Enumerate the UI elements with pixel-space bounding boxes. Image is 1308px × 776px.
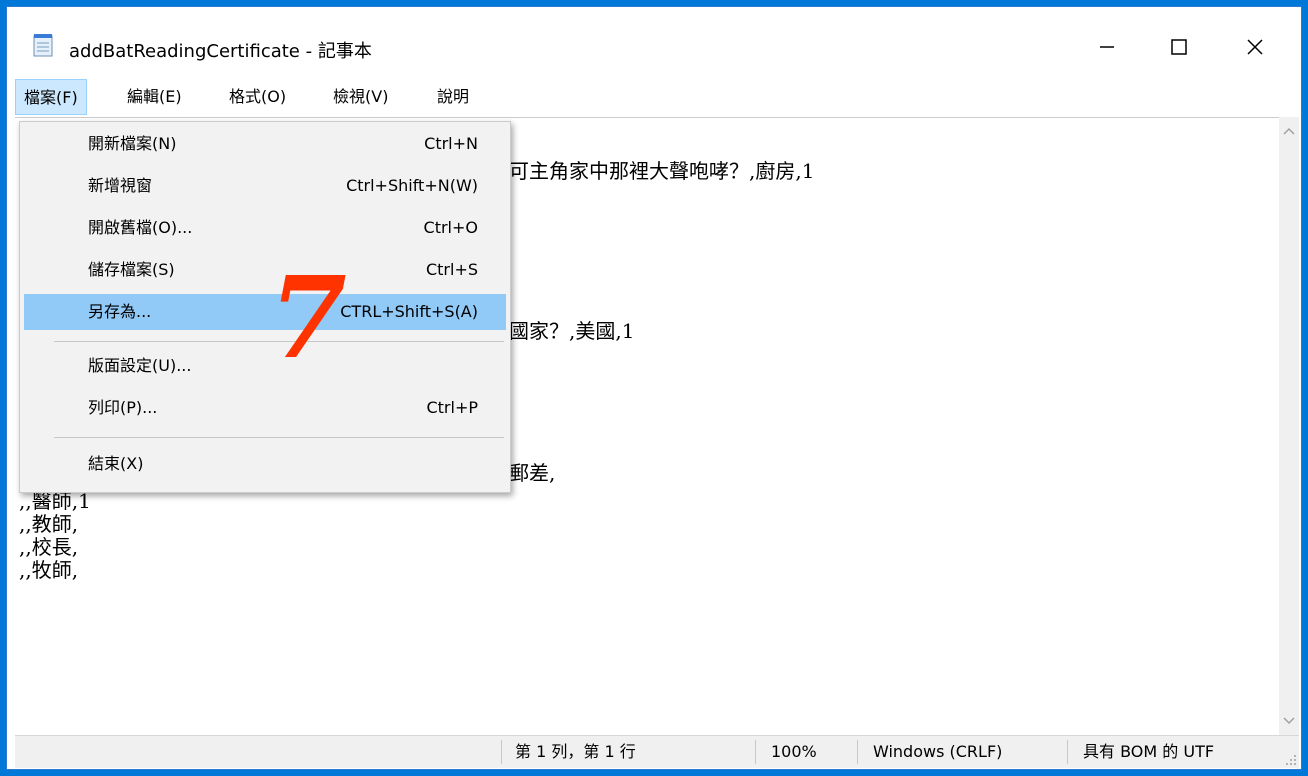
menu-item-label: 版面設定(U)... bbox=[88, 356, 192, 375]
status-encoding: 具有 BOM 的 UTF bbox=[1083, 742, 1215, 761]
status-zoom: 100% bbox=[771, 742, 817, 761]
menu-separator bbox=[54, 437, 504, 438]
menu-item-label: 儲存檔案(S) bbox=[88, 260, 175, 279]
menu-item-exit[interactable]: 結束(X) bbox=[24, 446, 506, 482]
scroll-up-button[interactable] bbox=[1279, 121, 1299, 141]
menu-item-page-setup[interactable]: 版面設定(U)... bbox=[24, 348, 506, 384]
vertical-scrollbar[interactable] bbox=[1279, 117, 1299, 735]
menu-item-shortcut: CTRL+Shift+S(A) bbox=[340, 302, 478, 321]
window-title: addBatReadingCertificate - 記事本 bbox=[69, 41, 372, 62]
text-line: ,,教師, bbox=[19, 512, 79, 536]
status-divider bbox=[1067, 740, 1068, 764]
menu-item-print[interactable]: 列印(P)... Ctrl+P bbox=[24, 390, 506, 426]
text-line: ,,校長, bbox=[19, 535, 79, 559]
close-icon bbox=[1247, 39, 1263, 55]
menu-item-label: 新增視窗 bbox=[88, 176, 153, 195]
menu-view[interactable]: 檢視(V) bbox=[325, 79, 396, 115]
menu-item-label: 另存為... bbox=[88, 302, 152, 321]
text-line: 國家？,美國,1 bbox=[509, 319, 635, 343]
menu-bar: 檔案(F) 編輯(E) 格式(O) 檢視(V) 說明 bbox=[7, 79, 1301, 115]
menu-item-shortcut: Ctrl+Shift+N(W) bbox=[346, 176, 478, 195]
menu-item-open[interactable]: 開啟舊檔(O)... Ctrl+O bbox=[24, 210, 506, 246]
menu-item-save-as[interactable]: 另存為... CTRL+Shift+S(A) bbox=[24, 294, 506, 330]
menu-item-shortcut: Ctrl+N bbox=[424, 134, 478, 153]
menu-format[interactable]: 格式(O) bbox=[221, 79, 294, 115]
scroll-down-button[interactable] bbox=[1279, 711, 1299, 731]
close-button[interactable] bbox=[1227, 25, 1283, 69]
menu-item-shortcut: Ctrl+O bbox=[423, 218, 478, 237]
notepad-window: addBatReadingCertificate - 記事本 檔案(F) 編輯(… bbox=[6, 6, 1302, 770]
text-line: 可主角家中那裡大聲咆哮？,廚房,1 bbox=[509, 159, 815, 183]
menu-item-label: 開啟舊檔(O)... bbox=[88, 218, 193, 237]
step-annotation: 7 bbox=[269, 253, 347, 384]
menu-item-new[interactable]: 開新檔案(N) Ctrl+N bbox=[24, 126, 506, 162]
text-line: ,,醫師,1 bbox=[19, 489, 91, 513]
menu-help[interactable]: 說明 bbox=[429, 79, 477, 115]
maximize-button[interactable] bbox=[1151, 25, 1207, 69]
minimize-button[interactable] bbox=[1079, 25, 1135, 69]
text-line: ,,牧師, bbox=[19, 558, 79, 582]
menu-edit[interactable]: 編輯(E) bbox=[119, 79, 190, 115]
file-menu-dropdown: 開新檔案(N) Ctrl+N 新增視窗 Ctrl+Shift+N(W) 開啟舊檔… bbox=[19, 121, 511, 493]
menu-item-label: 列印(P)... bbox=[88, 398, 158, 417]
maximize-icon bbox=[1171, 39, 1187, 55]
menu-item-label: 開新檔案(N) bbox=[88, 134, 177, 153]
status-divider bbox=[501, 740, 502, 764]
menu-item-label: 結束(X) bbox=[88, 454, 144, 473]
chevron-down-icon bbox=[1283, 717, 1295, 725]
menu-item-new-window[interactable]: 新增視窗 Ctrl+Shift+N(W) bbox=[24, 168, 506, 204]
title-bar[interactable]: addBatReadingCertificate - 記事本 bbox=[7, 7, 1301, 77]
notepad-icon bbox=[33, 34, 53, 57]
status-line-ending: Windows (CRLF) bbox=[873, 742, 1003, 761]
menu-item-save[interactable]: 儲存檔案(S) Ctrl+S bbox=[24, 252, 506, 288]
resize-grip-icon[interactable] bbox=[1285, 754, 1297, 766]
status-divider bbox=[857, 740, 858, 764]
status-cursor-position: 第 1 列，第 1 行 bbox=[515, 742, 636, 761]
minimize-icon bbox=[1100, 46, 1114, 48]
chevron-up-icon bbox=[1283, 127, 1295, 135]
status-bar: 第 1 列，第 1 行 100% Windows (CRLF) 具有 BOM 的… bbox=[15, 735, 1299, 768]
menu-item-shortcut: Ctrl+P bbox=[426, 398, 478, 417]
menu-file[interactable]: 檔案(F) bbox=[15, 79, 87, 115]
text-line: 郵差, bbox=[509, 461, 556, 485]
status-divider bbox=[755, 740, 756, 764]
menu-item-shortcut: Ctrl+S bbox=[425, 260, 478, 279]
